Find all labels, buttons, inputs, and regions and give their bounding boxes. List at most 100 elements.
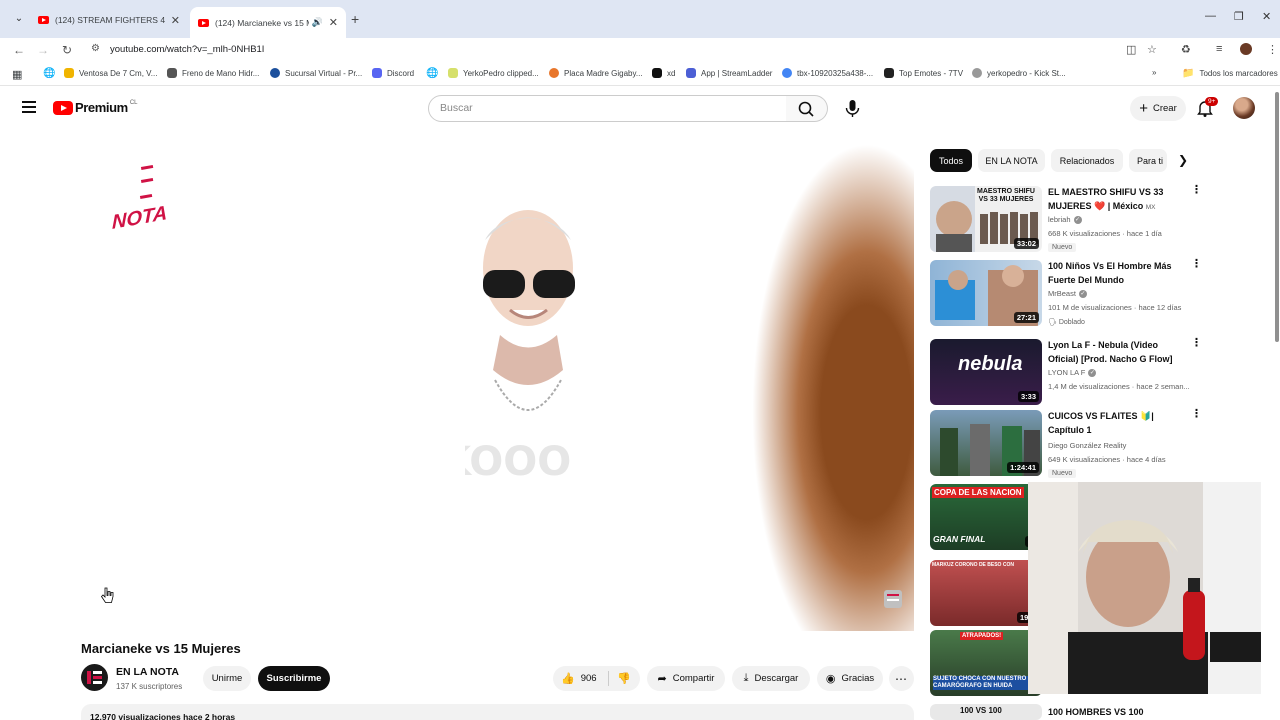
like-dislike-group: 👍 906 👎 bbox=[553, 666, 640, 691]
extensions-icon[interactable]: ♻ bbox=[1181, 43, 1191, 56]
all-bookmarks[interactable]: 📁 Todos los marcadores bbox=[1182, 68, 1278, 79]
bookmark-star-icon[interactable]: ☆ bbox=[1147, 43, 1157, 56]
search-input[interactable]: Buscar bbox=[428, 95, 787, 122]
bookmark-globe-icon[interactable]: 🌐 bbox=[43, 68, 55, 79]
channel-name[interactable]: LYON LA F ✓ bbox=[1048, 368, 1097, 378]
apps-grid-icon[interactable]: ▦ bbox=[12, 68, 22, 81]
new-tab-icon[interactable]: + bbox=[351, 11, 359, 27]
video-thumbnail[interactable]: 100 VS 100 bbox=[930, 704, 1042, 720]
more-bookmarks-icon[interactable]: » bbox=[1152, 68, 1156, 77]
bookmark-item[interactable]: tbx-10920325a438-... bbox=[782, 68, 873, 78]
super-thanks-icon: ◉ bbox=[825, 673, 836, 685]
youtube-favicon-icon bbox=[38, 16, 49, 24]
speaker-icon[interactable]: 🔊 bbox=[312, 17, 323, 28]
suggested-video[interactable]: 1:24:41 CUICOS VS FLAITES 🔰| Capítulo 1 … bbox=[930, 409, 1205, 478]
video-title: CUICOS VS FLAITES 🔰| Capítulo 1 bbox=[1048, 411, 1154, 435]
restore-icon[interactable]: ❐ bbox=[1234, 10, 1244, 23]
svg-text:KOOO: KOOO bbox=[465, 439, 571, 480]
chip-en-la-nota[interactable]: EN LA NOTA bbox=[978, 149, 1045, 172]
account-avatar[interactable] bbox=[1233, 97, 1255, 119]
channel-name[interactable]: MrBeast ✓ bbox=[1048, 289, 1087, 299]
back-icon[interactable]: ← bbox=[13, 43, 25, 57]
more-options-icon[interactable]: ⋮ bbox=[1191, 409, 1202, 420]
site-settings-icon[interactable]: ⚙ bbox=[91, 43, 100, 54]
more-actions-icon[interactable]: ⋯ bbox=[889, 666, 914, 691]
video-thumbnail[interactable]: 27:21 bbox=[930, 260, 1042, 326]
like-count[interactable]: 906 bbox=[581, 673, 597, 684]
minimize-icon[interactable]: — bbox=[1205, 10, 1216, 22]
chip-relacionados[interactable]: Relacionados bbox=[1051, 149, 1123, 172]
search-button[interactable] bbox=[786, 95, 828, 122]
forward-icon[interactable]: → bbox=[37, 43, 49, 57]
install-app-icon[interactable]: ◫ bbox=[1126, 43, 1136, 56]
thanks-button[interactable]: ◉ Gracias bbox=[817, 666, 883, 691]
video-thumbnail[interactable]: ATRAPADOS! SUJETO CHOCA CON NUESTRO CAMA… bbox=[930, 630, 1042, 696]
voice-search-button[interactable] bbox=[838, 94, 867, 123]
more-options-icon[interactable]: ⋮ bbox=[1191, 338, 1202, 349]
media-controls-icon[interactable]: ≡ bbox=[1216, 43, 1222, 55]
video-thumbnail[interactable]: MAESTRO SHIFU VS 33 MUJERES 33:02 bbox=[930, 186, 1042, 252]
close-window-icon[interactable]: ✕ bbox=[1262, 10, 1271, 23]
chip-todos[interactable]: Todos bbox=[930, 149, 972, 172]
verified-icon: ✓ bbox=[1078, 290, 1087, 299]
suggested-video[interactable]: 27:21 100 Niños Vs El Hombre Más Fuerte … bbox=[930, 259, 1205, 326]
dubbed-icon: 🗣 bbox=[1048, 319, 1057, 326]
page-scrollbar[interactable] bbox=[1275, 92, 1279, 342]
bookmark-item[interactable]: Ventosa De 7 Cm, V... bbox=[64, 68, 157, 78]
browser-tab-stream-fighters[interactable]: (124) STREAM FIGHTERS 4 "DIFI ✕ bbox=[30, 7, 188, 33]
thumbs-down-icon[interactable]: 👎 bbox=[617, 672, 631, 685]
channel-name[interactable]: lebriah ✓ bbox=[1048, 215, 1082, 225]
video-thumbnail[interactable]: nebula 3:33 bbox=[930, 339, 1042, 405]
join-button[interactable]: Unirme bbox=[203, 666, 251, 691]
close-tab-icon[interactable]: ✕ bbox=[171, 14, 180, 27]
download-icon: ⤓ bbox=[743, 672, 749, 684]
browser-menu-icon[interactable]: ⋮ bbox=[1267, 43, 1278, 56]
tab-search-chevron-icon[interactable]: ⌄ bbox=[10, 11, 28, 27]
bookmark-favicon-icon bbox=[549, 68, 559, 78]
reload-icon[interactable]: ↻ bbox=[62, 43, 72, 57]
bookmark-item[interactable]: Discord bbox=[372, 68, 414, 78]
notification-count-badge: 9+ bbox=[1205, 97, 1219, 106]
youtube-premium-logo[interactable]: Premium CL bbox=[53, 100, 138, 115]
video-thumbnail[interactable]: 1:24:41 bbox=[930, 410, 1042, 476]
discord-icon bbox=[372, 68, 382, 78]
share-button[interactable]: ➦ Compartir bbox=[647, 666, 725, 691]
bookmark-favicon-icon bbox=[64, 68, 74, 78]
thumbs-up-icon[interactable]: 👍 bbox=[561, 672, 575, 685]
close-tab-icon[interactable]: ✕ bbox=[329, 16, 338, 29]
bookmark-item[interactable]: App | StreamLadder bbox=[686, 68, 772, 78]
bookmark-item[interactable]: Placa Madre Gigaby... bbox=[549, 68, 643, 78]
bookmark-item[interactable]: yerkopedro - Kick St... bbox=[972, 68, 1066, 78]
description-box[interactable]: 12.970 visualizaciones hace 2 horas bbox=[81, 704, 914, 720]
profile-avatar[interactable] bbox=[1240, 43, 1252, 55]
bookmark-item[interactable]: Freno de Mano Hidr... bbox=[167, 68, 259, 78]
video-title: 100 Niños Vs El Hombre Más Fuerte Del Mu… bbox=[1048, 261, 1172, 285]
video-title: EL MAESTRO SHIFU VS 33 MUJERES ❤️ | Méxi… bbox=[1048, 187, 1164, 211]
video-thumbnail[interactable]: MARKUZ CORONO DE BESO CON 19 bbox=[930, 560, 1042, 626]
subscribe-button[interactable]: Suscribirme bbox=[258, 666, 330, 691]
bookmark-item[interactable]: Sucursal Virtual - Pr... bbox=[270, 68, 362, 78]
channel-name[interactable]: Diego González Reality bbox=[1048, 441, 1126, 450]
hamburger-menu-icon[interactable] bbox=[22, 101, 36, 113]
suggested-video[interactable]: MAESTRO SHIFU VS 33 MUJERES 33:02 EL MAE… bbox=[930, 185, 1205, 252]
channel-name[interactable]: EN LA NOTA bbox=[116, 666, 179, 678]
video-title: Marcianeke vs 15 Mujeres bbox=[81, 641, 241, 656]
chevron-right-icon[interactable]: ❯ bbox=[1178, 153, 1188, 167]
url-text[interactable]: youtube.com/watch?v=_mlh-0NHB1I bbox=[110, 44, 264, 55]
suggested-video[interactable]: nebula 3:33 Lyon La F - Nebula (Video Of… bbox=[930, 338, 1205, 405]
create-button[interactable]: + Crear bbox=[1130, 96, 1186, 121]
suggested-video[interactable]: 100 VS 100 100 HOMBRES VS 100 bbox=[930, 704, 1205, 720]
bookmark-globe-icon[interactable]: 🌐 bbox=[426, 68, 438, 79]
new-badge: Nuevo bbox=[1048, 243, 1077, 252]
channel-avatar[interactable] bbox=[81, 664, 108, 691]
video-thumbnail[interactable]: COPA DE LAS NACION GRAN FINAL 41 bbox=[930, 484, 1042, 550]
more-options-icon[interactable]: ⋮ bbox=[1191, 185, 1202, 196]
bookmark-item[interactable]: xd bbox=[652, 68, 675, 78]
more-options-icon[interactable]: ⋮ bbox=[1191, 259, 1202, 270]
browser-tab-marcianeke[interactable]: (124) Marcianeke vs 15 Mu 🔊 ✕ bbox=[190, 7, 346, 38]
corner-watermark-icon bbox=[884, 590, 902, 608]
download-button[interactable]: ⤓ Descargar bbox=[732, 666, 810, 691]
bookmark-item[interactable]: Top Emotes - 7TV bbox=[884, 68, 963, 78]
chip-para-ti[interactable]: Para ti bbox=[1129, 149, 1167, 172]
bookmark-item[interactable]: YerkoPedro clipped... bbox=[448, 68, 539, 78]
